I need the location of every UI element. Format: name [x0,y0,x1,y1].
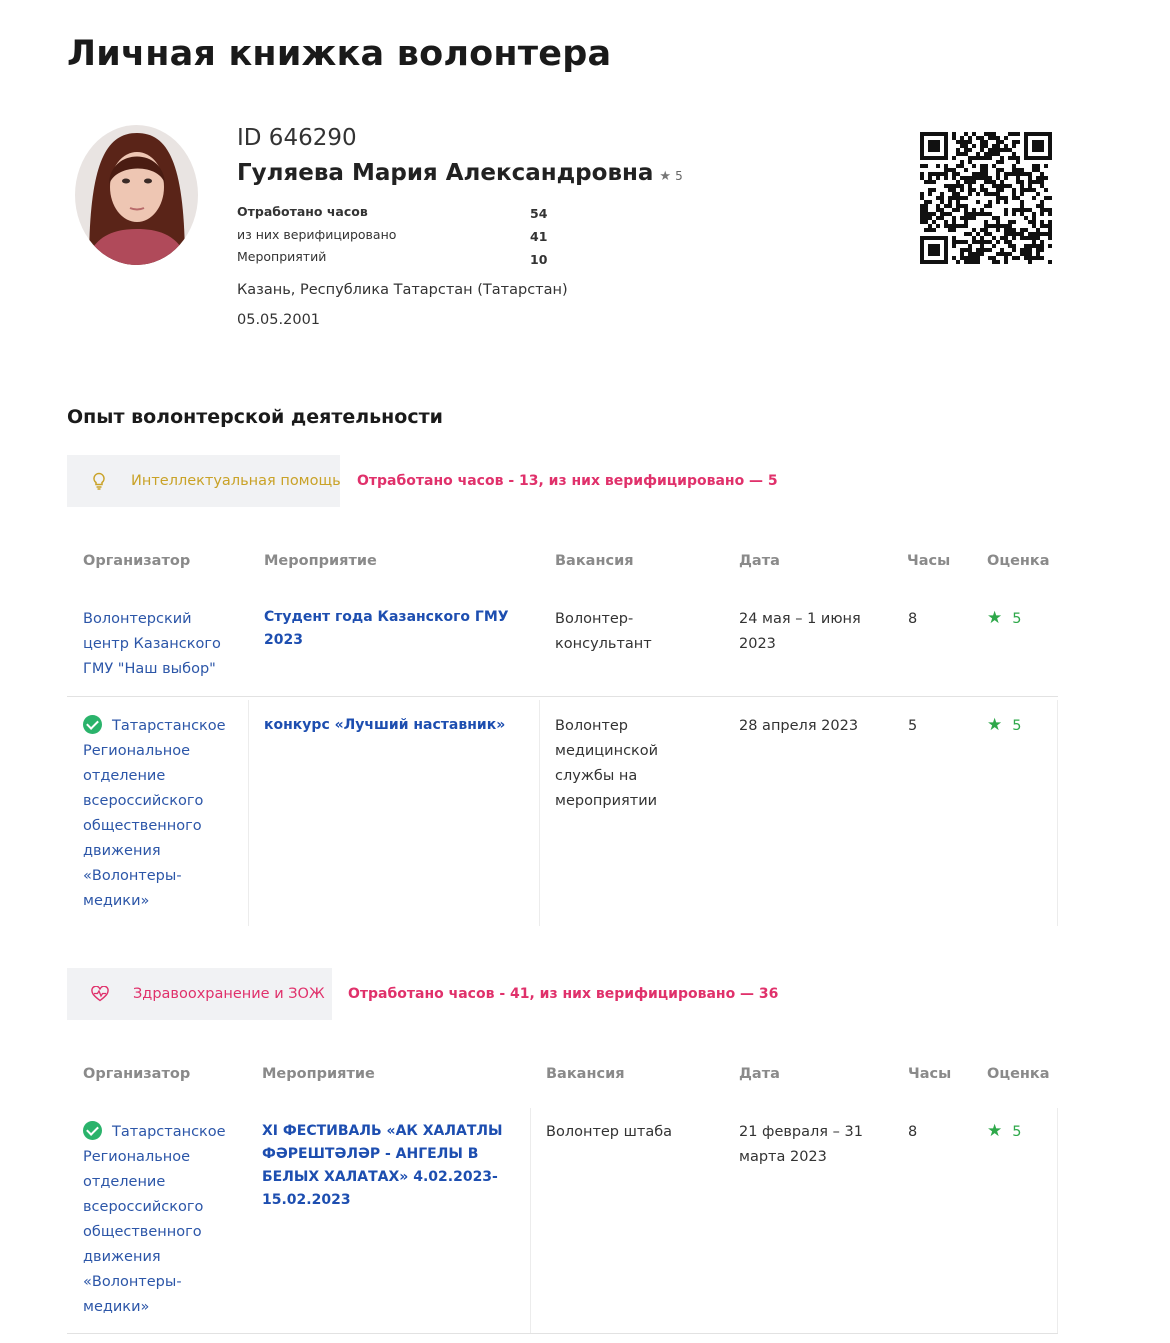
column-divider [539,700,540,926]
category-tag-intellectual[interactable]: Интеллектуальная помощь [67,455,341,507]
stat-verified-label: из них верифицировано [237,227,397,242]
row-hours: 5 [908,718,918,734]
row-grade-value: 5 [1012,611,1022,627]
stat-hours-value: 54 [530,206,548,221]
organizer-link[interactable]: Волонтерский центр Казанского ГМУ "Наш в… [83,611,221,677]
star-icon: ★ [987,715,1003,735]
volunteer-id: ID 646290 [237,125,357,151]
star-icon: ★ [987,1121,1003,1141]
column-divider [248,700,249,926]
row-grade: ★ 5 [987,608,1021,628]
organizer-link[interactable]: Татарстанское Региональное отделение все… [83,1124,226,1315]
avatar [75,125,198,265]
column-divider [1057,1108,1058,1333]
row-grade: ★ 5 [987,715,1021,735]
column-event: Мероприятие [264,553,377,569]
row-event-link[interactable]: Студент года Казанского ГМУ 2023 [264,606,529,652]
lightbulb-icon [91,472,107,490]
column-divider [530,1108,531,1333]
row-vacancy: Волонтер штаба [546,1124,673,1140]
column-vacancy: Вакансия [546,1066,625,1082]
category-stats: Отработано часов - 41, из них верифициро… [348,986,779,1002]
row-grade-value: 5 [1012,718,1022,734]
stat-events-value: 10 [530,252,548,267]
verified-icon [83,1121,102,1140]
page-title: Личная книжка волонтера [67,34,612,74]
row-grade: ★ 5 [987,1121,1021,1141]
column-hours: Часы [907,553,951,569]
row-event-link[interactable]: конкурс «Лучший наставник» [264,714,529,737]
name-row: Гуляева Мария Александровна ★ 5 [237,160,683,186]
row-vacancy: Волонтер-консультант [555,611,652,652]
row-date: 21 февраля – 31 марта 2023 [739,1124,863,1165]
city: Казань, Республика Татарстан (Татарстан) [237,282,568,298]
column-event: Мероприятие [262,1066,375,1082]
row-vacancy: Волонтер медицинской службы на мероприят… [555,718,659,809]
organizer-link[interactable]: Татарстанское Региональное отделение все… [83,718,226,909]
column-date: Дата [739,1066,780,1082]
qr-code [920,132,1052,264]
category-tag-health[interactable]: Здравоохранение и ЗОЖ [67,968,332,1020]
column-organizer: Организатор [83,553,191,569]
row-organizer[interactable]: Татарстанское Региональное отделение все… [83,714,233,914]
row-event-link[interactable]: XI ФЕСТИВАЛЬ «АК ХАЛАТЛЫ ФӘРЕШТӘЛӘР - АН… [262,1120,524,1212]
star-icon: ★ [987,608,1003,628]
column-grade: Оценка [987,1066,1050,1082]
row-divider [67,1333,1058,1334]
column-grade: Оценка [987,553,1050,569]
column-organizer: Организатор [83,1066,191,1082]
column-hours: Часы [908,1066,952,1082]
row-hours: 8 [908,1124,918,1140]
row-hours: 8 [908,611,918,627]
row-grade-value: 5 [1012,1124,1022,1140]
row-date: 24 мая – 1 июня 2023 [739,611,861,652]
volunteer-name: Гуляева Мария Александровна [237,160,654,186]
row-divider [67,696,1058,697]
profile-rating-value: 5 [675,169,683,183]
star-icon: ★ [659,169,672,184]
stat-verified-value: 41 [530,229,548,244]
section-title: Опыт волонтерской деятельности [67,406,443,428]
column-vacancy: Вакансия [555,553,634,569]
row-organizer[interactable]: Татарстанское Региональное отделение все… [83,1120,233,1320]
row-organizer[interactable]: Волонтерский центр Казанского ГМУ "Наш в… [83,607,233,682]
stat-hours-label: Отработано часов [237,204,368,219]
verified-icon [83,715,102,734]
row-date: 28 апреля 2023 [739,718,859,734]
stat-events-label: Мероприятий [237,249,327,264]
column-divider [1057,700,1058,926]
category-label: Интеллектуальная помощь [131,473,341,489]
birthdate: 05.05.2001 [237,312,321,328]
column-date: Дата [739,553,780,569]
category-stats: Отработано часов - 13, из них верифициро… [357,473,778,489]
profile-rating: ★ 5 [659,169,682,184]
category-label: Здравоохранение и ЗОЖ [133,986,325,1002]
heart-pulse-icon [91,985,109,1003]
